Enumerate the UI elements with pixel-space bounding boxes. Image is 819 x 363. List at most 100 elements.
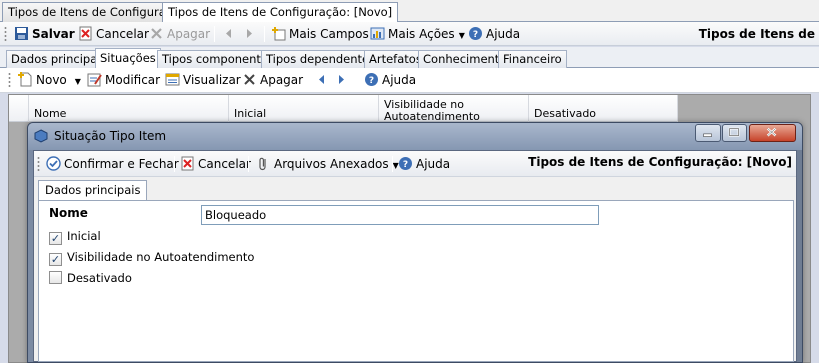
- situation-dialog: Situação Tipo Item Confirmar e Fechar Ca…: [27, 122, 803, 363]
- attachments-dropdown[interactable]: Arquivos Anexados ▼: [256, 155, 399, 173]
- arrow-right-icon: [339, 75, 344, 84]
- dialog-help-button[interactable]: ? Ajuda: [398, 155, 450, 173]
- toolbar-separator: [174, 156, 175, 172]
- close-button[interactable]: [749, 124, 796, 142]
- help-icon: ?: [469, 27, 482, 40]
- more-fields-label: Mais Campos: [289, 27, 369, 41]
- nome-input[interactable]: [201, 205, 599, 225]
- cancel-doc-icon: [79, 26, 92, 41]
- confirm-label: Confirmar e Fechar: [64, 157, 179, 171]
- toolbar-separator: [248, 156, 249, 172]
- delete-item-label: Apagar: [260, 73, 304, 87]
- nome-label: Nome: [49, 206, 88, 220]
- dialog-titlebar[interactable]: Situação Tipo Item: [28, 123, 802, 150]
- svg-text:?: ?: [473, 30, 478, 40]
- edit-form-icon: [87, 73, 102, 87]
- sub-help-label: Ajuda: [382, 73, 417, 87]
- document-tabs: Tipos de Itens de Configuração Tipos de …: [0, 0, 819, 23]
- modify-label: Modificar: [105, 73, 161, 87]
- cancel-label: Cancelar: [96, 27, 149, 41]
- checkbox-inicial[interactable]: ✓ Inicial: [49, 229, 101, 245]
- dialog-help-label: Ajuda: [416, 157, 451, 171]
- minimize-button[interactable]: [695, 124, 721, 142]
- maximize-button[interactable]: [722, 124, 747, 142]
- tab-situacoes[interactable]: Situações: [95, 48, 161, 69]
- dialog-title: Situação Tipo Item: [54, 129, 167, 143]
- dialog-cancel-label: Cancelar: [198, 157, 251, 171]
- tab-financeiro[interactable]: Financeiro: [498, 50, 567, 68]
- dialog-form-panel: Nome ✓ Inicial ✓ Visibilidade no Autoatend…: [38, 200, 794, 362]
- toolbar-separator: [392, 156, 393, 172]
- new-document-icon: [18, 72, 32, 87]
- chevron-down-icon: ▼: [458, 31, 465, 40]
- add-fields-icon: [272, 27, 286, 41]
- dialog-tabs: Dados principais: [34, 178, 796, 201]
- more-actions-label: Mais Ações: [388, 27, 455, 41]
- help-icon: ?: [399, 157, 412, 170]
- checkbox-label: Inicial: [67, 229, 101, 243]
- more-fields-button[interactable]: Mais Campos: [271, 25, 369, 43]
- toolbar-separator: [307, 72, 308, 88]
- new-label: Novo: [36, 73, 67, 87]
- view-form-icon: [165, 73, 180, 86]
- toolbar-grip[interactable]: [4, 26, 7, 42]
- view-button[interactable]: Visualizar: [165, 71, 241, 89]
- tab-dialog-dados-principais[interactable]: Dados principais: [38, 180, 148, 201]
- actions-chart-icon: [370, 27, 385, 40]
- delete-item-button[interactable]: Apagar: [242, 71, 303, 89]
- column-header-inicial[interactable]: Inicial: [229, 95, 379, 122]
- toolbar-grip[interactable]: [8, 72, 11, 88]
- new-dropdown-button[interactable]: Novo ▼: [18, 71, 81, 89]
- main-toolbar: Salvar Cancelar Apagar Mais Campos Mais …: [0, 22, 819, 46]
- toolbar-separator: [356, 72, 357, 88]
- checkbox-desativado[interactable]: Desativado: [49, 271, 132, 287]
- column-header-nome[interactable]: Nome: [29, 95, 229, 122]
- toolbar-grip[interactable]: [37, 156, 40, 172]
- dialog-scrollbar[interactable]: [797, 150, 802, 362]
- dialog-cancel-button[interactable]: Cancelar: [180, 155, 251, 173]
- column-label: Visibilidade no Autoatendimento: [384, 98, 480, 123]
- checkbox-label: Visibilidade no Autoatendimento: [67, 250, 255, 264]
- floppy-disk-icon: [15, 27, 28, 40]
- column-label: Desativado: [534, 107, 597, 120]
- minimize-icon: [703, 133, 712, 137]
- view-label: Visualizar: [183, 73, 241, 87]
- help-icon: ?: [365, 73, 378, 86]
- save-label: Salvar: [32, 27, 75, 41]
- close-icon: [766, 127, 777, 137]
- arrow-left-icon: [226, 29, 231, 38]
- confirm-close-button[interactable]: Confirmar e Fechar: [46, 155, 179, 173]
- cancel-button[interactable]: Cancelar: [78, 25, 149, 43]
- nav-first-button[interactable]: [221, 25, 239, 43]
- modify-button[interactable]: Modificar: [87, 71, 160, 89]
- checkbox-box[interactable]: ✓: [49, 232, 62, 245]
- delete-button[interactable]: Apagar: [149, 25, 210, 43]
- chevron-down-icon: ▼: [74, 77, 81, 86]
- arrow-left-icon: [319, 75, 324, 84]
- dialog-toolbar: Confirmar e Fechar Cancelar Arquivos Ane…: [34, 151, 796, 177]
- column-header-desativado[interactable]: Desativado: [529, 95, 678, 122]
- delete-label: Apagar: [167, 27, 211, 41]
- prev-button[interactable]: [314, 71, 332, 89]
- help-label: Ajuda: [486, 27, 521, 41]
- checkbox-box[interactable]: ✓: [49, 253, 62, 266]
- tab-tipos-dependentes[interactable]: Tipos dependentes: [261, 50, 381, 68]
- checkbox-box[interactable]: [49, 271, 62, 284]
- confirm-check-icon: [46, 156, 61, 171]
- nav-next-button[interactable]: [242, 25, 260, 43]
- column-label: Inicial: [234, 107, 267, 120]
- delete-x-icon: [244, 74, 255, 85]
- help-button[interactable]: ? Ajuda: [468, 25, 520, 43]
- sub-help-button[interactable]: ? Ajuda: [364, 71, 416, 89]
- more-actions-dropdown[interactable]: Mais Ações ▼: [370, 25, 465, 43]
- save-button[interactable]: Salvar: [14, 25, 75, 43]
- doc-tab-new[interactable]: Tipos de Itens de Configuração: [Novo]: [162, 2, 399, 23]
- checkbox-visibilidade[interactable]: ✓ Visibilidade no Autoatendimento: [49, 250, 254, 266]
- attachments-label: Arquivos Anexados: [274, 157, 389, 171]
- column-header-visibilidade[interactable]: Visibilidade no Autoatendimento: [379, 95, 529, 123]
- maximize-icon: [728, 127, 740, 137]
- toolbar-separator: [214, 26, 215, 42]
- checkbox-label: Desativado: [67, 271, 132, 285]
- section-tabs: Dados principais Situações Tipos compone…: [0, 47, 819, 69]
- next-button[interactable]: [334, 71, 352, 89]
